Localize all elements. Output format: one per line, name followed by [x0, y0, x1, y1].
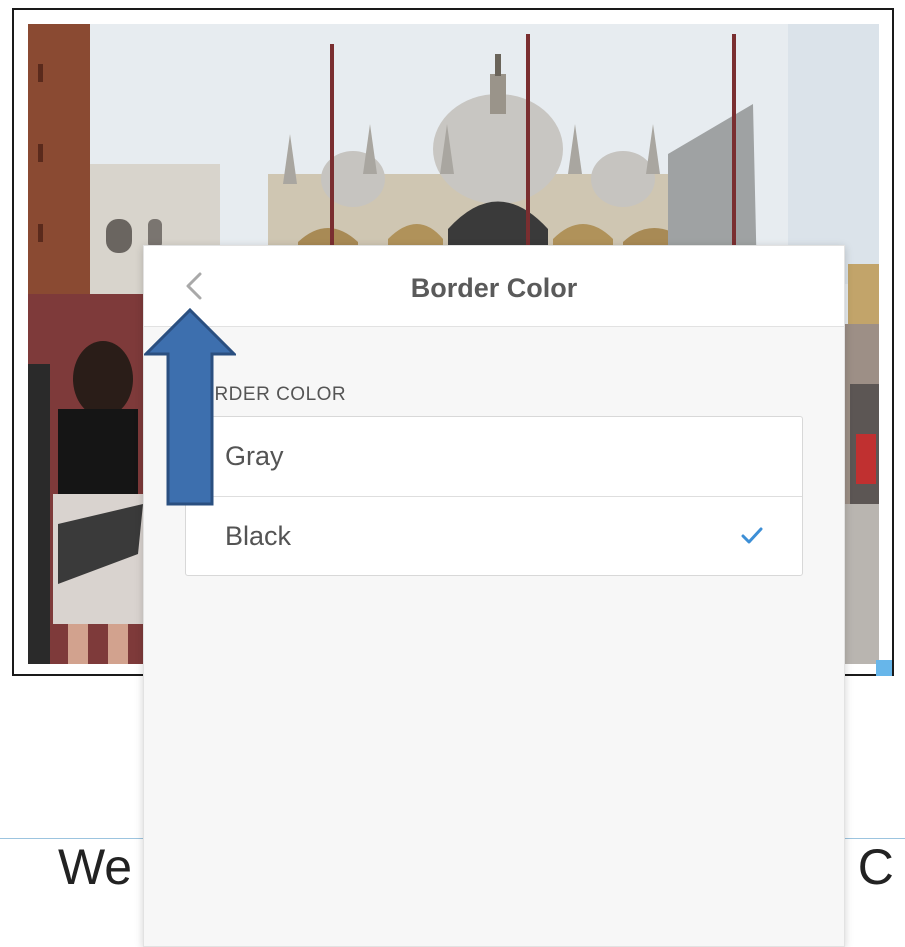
resize-handle[interactable] [876, 660, 892, 676]
panel-header: Border Color [144, 246, 844, 327]
option-label: Black [225, 521, 292, 551]
document-heading-start: We [58, 839, 133, 895]
checkmark-icon [741, 527, 763, 544]
border-color-options: Gray Black [185, 416, 803, 576]
annotation-arrow-up-icon [144, 308, 236, 506]
border-color-panel: Border Color BORDER COLOR Gray Black [143, 245, 845, 947]
option-gray[interactable]: Gray [186, 417, 802, 496]
option-black[interactable]: Black [186, 496, 802, 575]
panel-title: Border Color [410, 273, 578, 303]
